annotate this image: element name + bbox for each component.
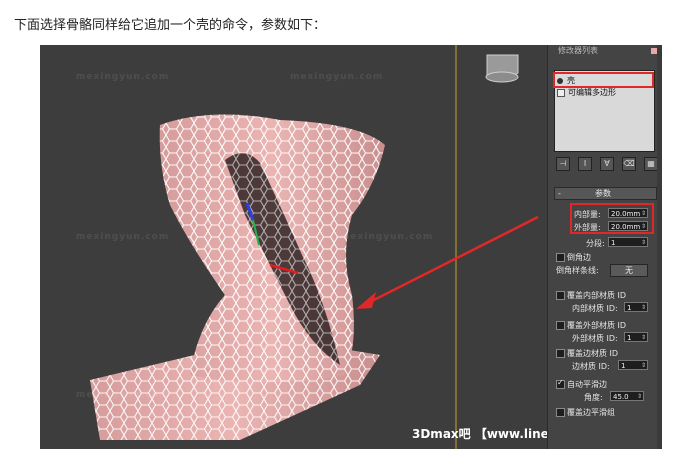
override-inner-mat-label: 覆盖内部材质 ID [567,291,627,300]
watermark-2: mexingyun.com [290,72,384,82]
watermark-5: mexingyun.com [76,390,170,400]
modifier-list-title[interactable]: 修改器列表 [558,45,598,56]
watermark-1: mexingyun.com [76,72,170,82]
panel-scrollbar[interactable] [657,45,662,449]
override-outer-mat-label: 覆盖外部材质 ID [567,321,627,330]
rollout-title: 参数 [595,189,611,198]
configure-modifier-sets-icon[interactable]: ▦ [644,157,658,171]
show-end-result-icon[interactable]: I [578,157,592,171]
watermark-4: mexingyun.com [340,232,434,242]
spinner-value: 1 [627,304,632,312]
max-screenshot: mexingyun.com mexingyun.com mexingyun.co… [40,45,662,449]
remove-modifier-icon[interactable]: ⌫ [622,157,636,171]
instruction-caption: 下面选择骨骼同样给它追加一个壳的命令，参数如下： [14,18,327,33]
segments-label: 分段: [586,239,605,248]
stack-item-label: 可编辑多边形 [568,88,616,97]
stack-item-editable-poly[interactable]: 可编辑多边形 [557,87,616,98]
highlight-amounts [570,203,654,234]
spinner-value: 1 [627,334,632,342]
auto-smooth-label: 自动平滑边 [567,380,607,389]
override-edge-mat-label: 覆盖边材质 ID [567,349,619,358]
bevel-edges-label: 倒角边 [567,253,591,262]
watermark-3: mexingyun.com [76,232,170,242]
highlight-shell-modifier [553,72,654,88]
outer-mat-id-label: 外部材质 ID: [572,334,618,343]
override-edge-smooth-label: 覆盖边平滑组 [567,408,615,417]
spinner-arrows-icon[interactable]: ⇕ [641,361,646,371]
spinner-arrows-icon[interactable]: ⇕ [641,333,646,343]
bevel-spline-label: 倒角样条线: [556,266,599,275]
override-inner-mat-checkbox[interactable] [556,291,565,300]
inner-mat-id-label: 内部材质 ID: [572,304,618,313]
angle-label: 角度: [584,393,603,402]
outer-mat-id-spinner[interactable]: 1 ⇕ [624,332,648,342]
perspective-viewport[interactable]: mexingyun.com mexingyun.com mexingyun.co… [40,45,662,449]
angle-spinner[interactable]: 45.0 ⇕ [610,391,644,401]
spinner-value: 1 [611,239,616,247]
override-outer-mat-checkbox[interactable] [556,321,565,330]
callout-arrow [363,215,539,307]
segments-spinner[interactable]: 1 ⇕ [608,237,648,247]
parameters-rollout-header[interactable]: - 参数 [554,187,657,200]
pin-stack-icon[interactable]: ⊣ [556,157,570,171]
edge-mat-id-spinner[interactable]: 1 ⇕ [618,360,648,370]
spinner-value: 45.0 [613,393,629,401]
inner-mat-id-spinner[interactable]: 1 ⇕ [624,302,648,312]
spinner-value: 1 [621,362,626,370]
spinner-arrows-icon[interactable]: ⇕ [641,303,646,313]
auto-smooth-checkbox[interactable] [556,378,565,389]
expand-icon[interactable] [557,88,565,97]
spinner-arrows-icon[interactable]: ⇕ [637,392,642,402]
override-edge-mat-checkbox[interactable] [556,349,565,358]
bevel-spline-button[interactable]: 无 [610,264,648,277]
viewport-canvas [90,45,539,449]
edge-mat-id-label: 边材质 ID: [572,362,610,371]
spinner-arrows-icon[interactable]: ⇕ [641,238,646,248]
bevel-edges-checkbox[interactable] [556,253,565,262]
modify-panel: 修改器列表 壳 可编辑多边形 ⊣ I ∀ ⌫ ▦ - 参数 内部量: 20.0mm… [547,45,662,449]
make-unique-icon[interactable]: ∀ [600,157,614,171]
override-edge-smooth-checkbox[interactable] [556,408,565,417]
